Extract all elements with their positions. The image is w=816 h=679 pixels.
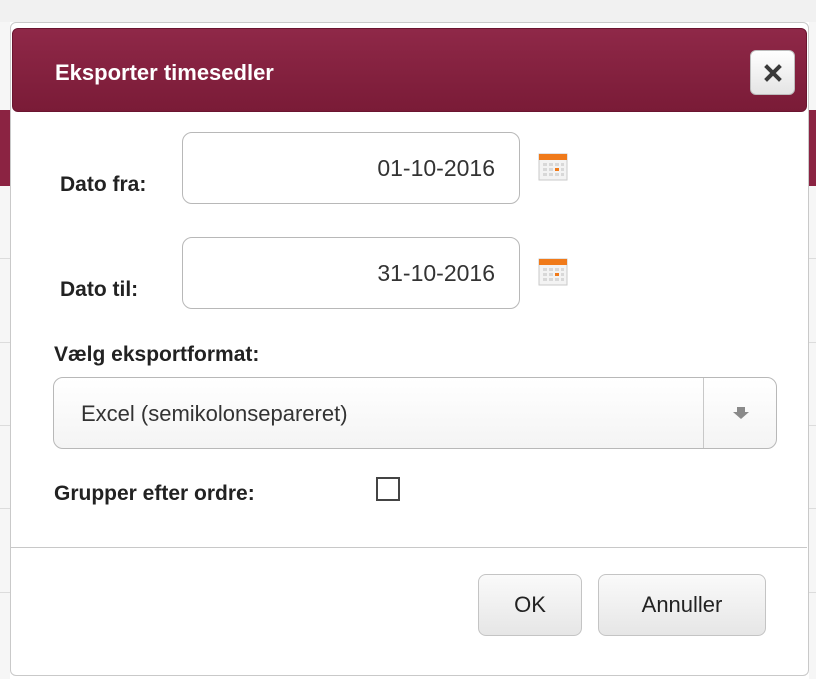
background-right-header (809, 110, 816, 186)
background-row-line (809, 508, 816, 509)
background-row-line (0, 342, 10, 343)
background-left-header (0, 110, 10, 186)
chevron-down-icon (732, 407, 749, 419)
calendar-icon[interactable] (538, 256, 568, 286)
background-row-line (809, 592, 816, 593)
group-by-order-label: Grupper efter ordre: (54, 482, 255, 505)
background-page (0, 0, 816, 22)
background-row-line (809, 425, 816, 426)
date-to-label: Dato til: (60, 278, 139, 301)
export-format-select[interactable]: Excel (semikolonsepareret) (53, 377, 777, 449)
background-row-line (0, 592, 10, 593)
background-row-line (0, 425, 10, 426)
background-row-line (809, 258, 816, 259)
background-row-line (0, 508, 10, 509)
export-format-value: Excel (semikolonsepareret) (81, 401, 348, 426)
date-from-label: Dato fra: (60, 173, 147, 196)
background-row-line (809, 342, 816, 343)
export-format-dropdown-button[interactable] (703, 378, 777, 448)
export-format-label: Vælg eksportformat: (54, 343, 260, 366)
dialog-divider (11, 547, 807, 548)
close-button[interactable] (750, 50, 795, 95)
close-icon (763, 63, 782, 82)
group-by-order-checkbox[interactable] (376, 477, 400, 501)
ok-button[interactable]: OK (478, 574, 582, 636)
dialog-title: Eksporter timesedler (55, 60, 274, 85)
date-from-input[interactable] (182, 132, 520, 204)
calendar-icon[interactable] (538, 151, 568, 181)
background-row-line (0, 258, 10, 259)
date-to-input[interactable] (182, 237, 520, 309)
cancel-button[interactable]: Annuller (598, 574, 766, 636)
